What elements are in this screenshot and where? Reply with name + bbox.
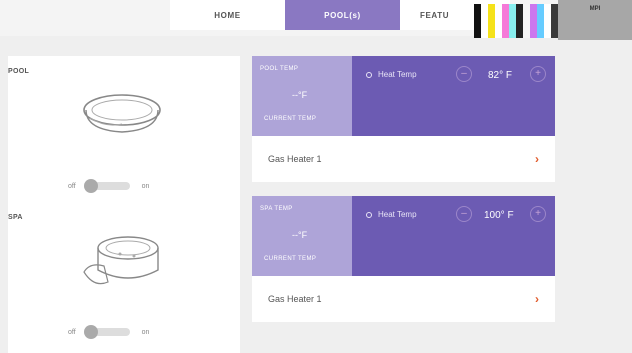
pool-setpoint: 82° F <box>488 70 513 81</box>
pool-increase-button[interactable]: + <box>530 66 546 82</box>
tab-pools[interactable]: POOL(s) <box>285 0 400 30</box>
pool-off-label: off <box>68 182 76 190</box>
spa-current-label: CURRENT TEMP <box>264 256 317 262</box>
spa-setpoint: 100° F <box>484 210 514 221</box>
pool-on-label: on <box>141 182 150 190</box>
pool-heat-card: POOL TEMP --°F CURRENT TEMP Heat Temp – … <box>252 56 555 182</box>
pool-current-temp: --°F <box>292 90 308 100</box>
pool-current-label: CURRENT TEMP <box>264 116 317 122</box>
spa-off-label: off <box>68 328 76 336</box>
spa-card-head: SPA TEMP --°F CURRENT TEMP Heat Temp – 1… <box>252 196 555 276</box>
tab-home[interactable]: HOME <box>170 0 285 30</box>
status-indicator: MPI <box>558 0 632 40</box>
pool-section-label: POOL <box>8 68 30 75</box>
spa-current-temp: --°F <box>292 230 308 240</box>
spa-heat-text: Heat Temp <box>378 210 417 219</box>
pool-heater-row[interactable]: Gas Heater 1 › <box>252 136 555 182</box>
spa-heater-row[interactable]: Gas Heater 1 › <box>252 276 555 322</box>
spa-heat-card: SPA TEMP --°F CURRENT TEMP Heat Temp – 1… <box>252 196 555 322</box>
pool-toggle[interactable] <box>83 179 130 193</box>
spa-icon <box>83 236 159 285</box>
chevron-right-icon: › <box>535 152 539 166</box>
pool-heat-panel: Heat Temp – 82° F + <box>352 56 555 136</box>
pool-card-head: POOL TEMP --°F CURRENT TEMP Heat Temp – … <box>252 56 555 136</box>
pool-heater-name: Gas Heater 1 <box>268 154 322 164</box>
body-panel: POOL off on SPA off on <box>8 56 240 353</box>
spa-heat-label: Heat Temp <box>366 210 417 219</box>
spa-increase-button[interactable]: + <box>530 206 546 222</box>
pool-toggle-knob <box>83 179 98 193</box>
spa-section-label: SPA <box>8 214 23 221</box>
spa-heat-radio-icon[interactable] <box>366 211 372 218</box>
pool-icon <box>83 94 161 133</box>
main-nav: HOME POOL(s) FEATU <box>170 0 510 30</box>
spa-toggle-row: off on <box>68 325 188 339</box>
spa-decrease-button[interactable]: – <box>456 206 472 222</box>
status-artifact <box>474 4 558 38</box>
spa-on-label: on <box>141 328 150 336</box>
spa-toggle[interactable] <box>83 325 130 339</box>
spa-heat-panel: Heat Temp – 100° F + <box>352 196 555 276</box>
spa-heater-name: Gas Heater 1 <box>268 294 322 304</box>
pool-decrease-button[interactable]: – <box>456 66 472 82</box>
spa-temp-label: SPA TEMP <box>260 206 293 212</box>
pool-heat-radio-icon[interactable] <box>366 71 372 78</box>
chevron-right-icon: › <box>535 292 539 306</box>
pool-heat-label: Heat Temp <box>366 70 417 79</box>
pool-toggle-row: off on <box>68 179 188 193</box>
pool-temp-box: POOL TEMP --°F CURRENT TEMP <box>252 56 352 136</box>
spa-toggle-knob <box>83 325 98 339</box>
pool-temp-label: POOL TEMP <box>260 66 299 72</box>
pool-heat-text: Heat Temp <box>378 70 417 79</box>
spa-temp-box: SPA TEMP --°F CURRENT TEMP <box>252 196 352 276</box>
